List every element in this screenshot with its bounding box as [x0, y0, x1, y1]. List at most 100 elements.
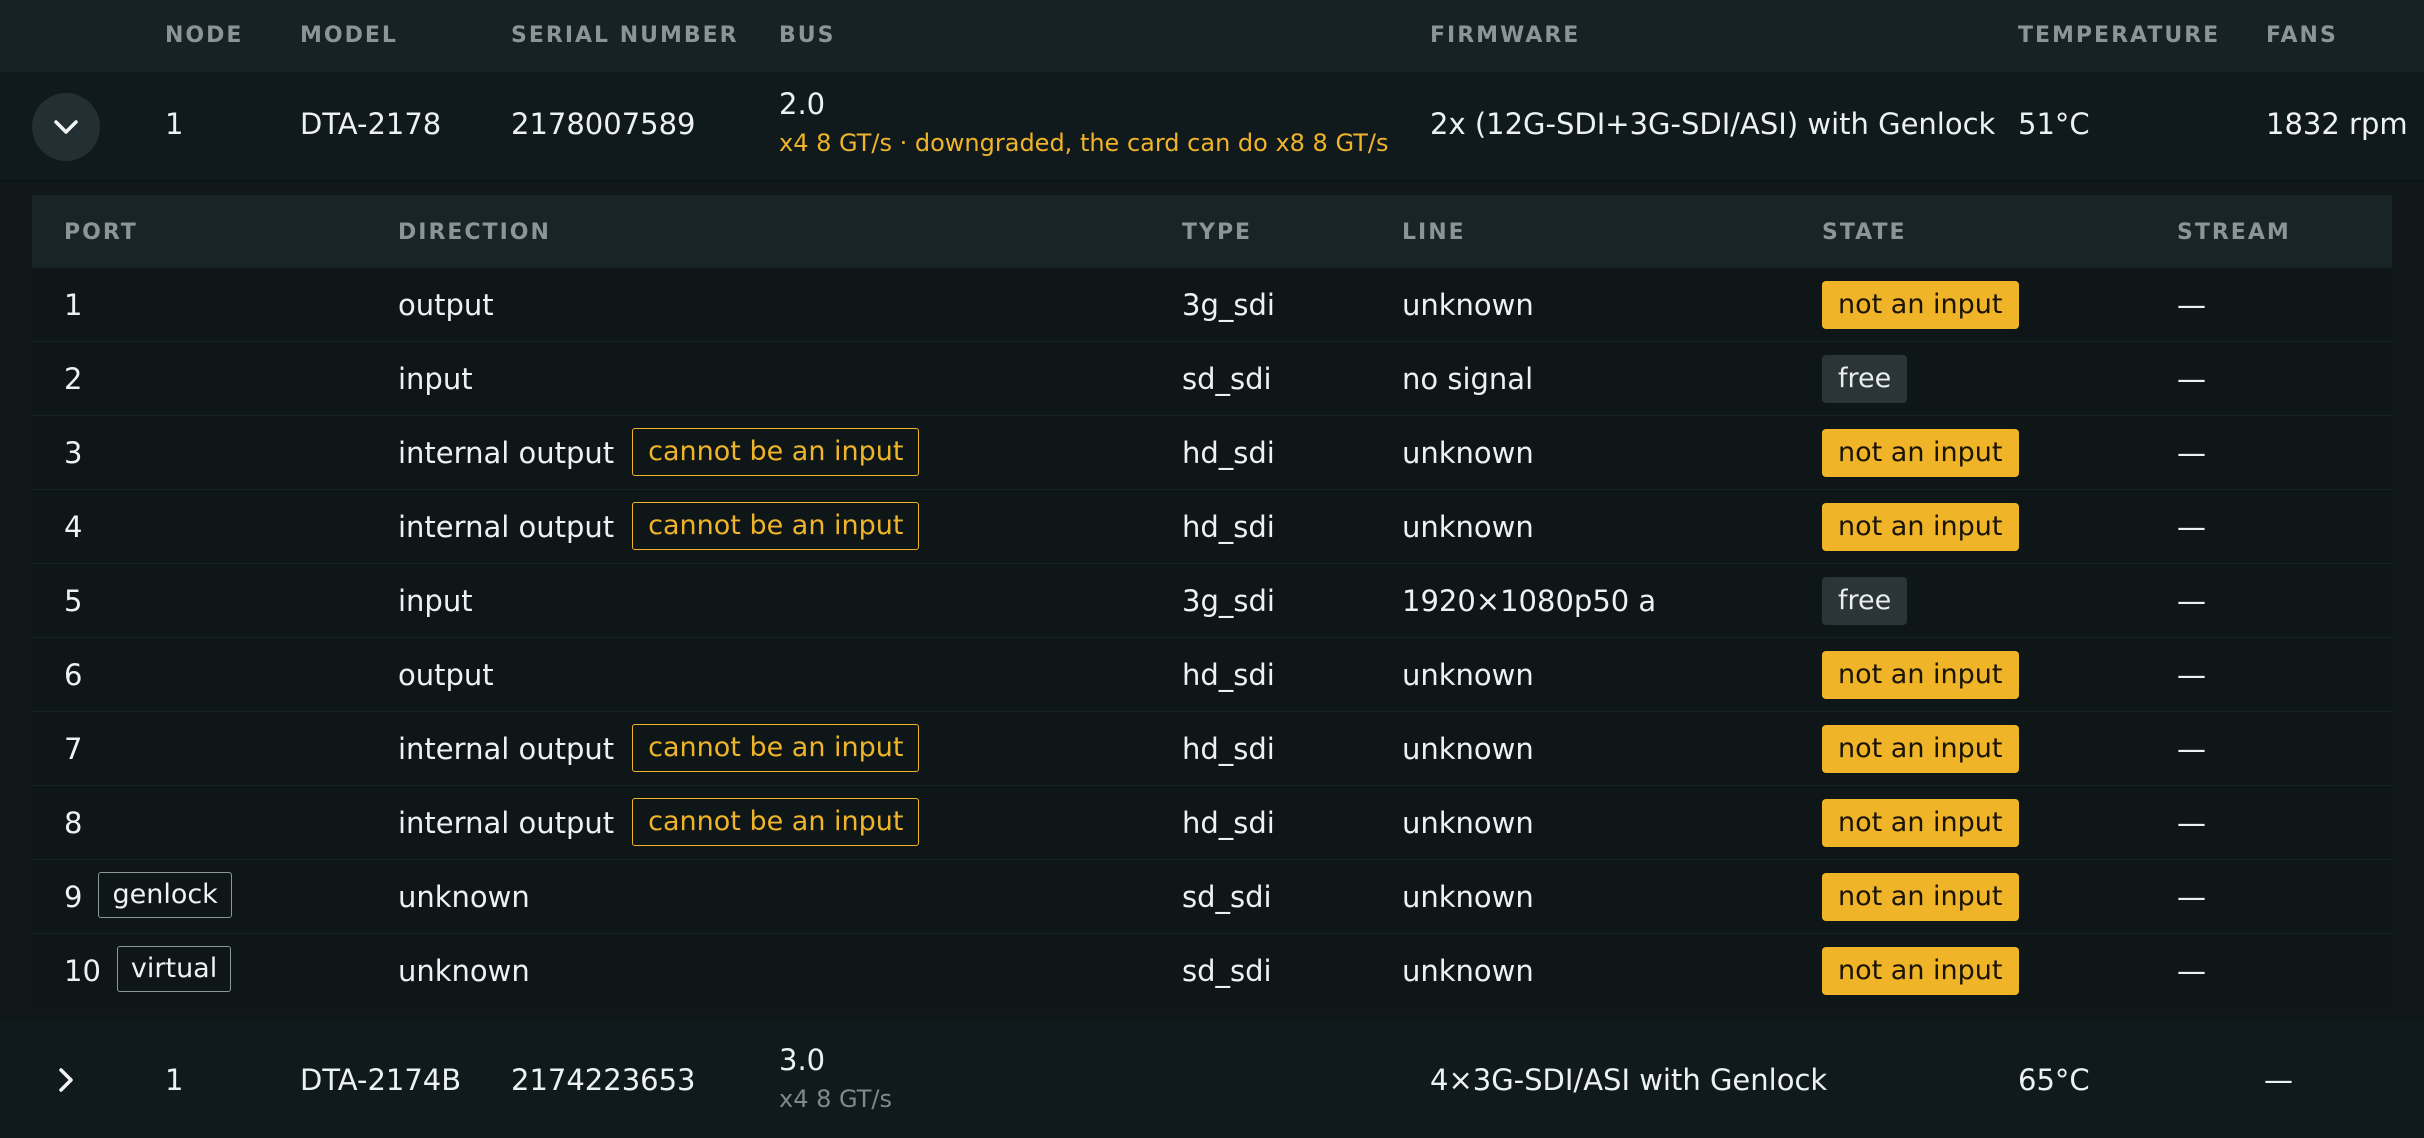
- state-badge: free: [1822, 355, 1908, 403]
- col-model-header: MODEL: [300, 23, 398, 48]
- cannot-be-input-badge: cannot be an input: [632, 502, 920, 550]
- port-row[interactable]: 9 genlock unknown sd_sdi unknown not an …: [32, 859, 2392, 934]
- genlock-tag: genlock: [98, 872, 232, 918]
- device-fans: —: [2264, 1063, 2293, 1097]
- port-line: unknown: [1402, 954, 1534, 988]
- device-bus-detail-warning: x4 8 GT/s · downgraded, the card can do …: [779, 129, 1389, 157]
- port-line: unknown: [1402, 436, 1534, 470]
- port-number: 8: [64, 806, 83, 840]
- state-badge: free: [1822, 577, 1908, 625]
- expand-device-button[interactable]: [32, 1046, 100, 1114]
- port-row[interactable]: 6 output hd_sdi unknown not an input —: [32, 637, 2392, 712]
- port-type: hd_sdi: [1182, 436, 1275, 470]
- port-type: hd_sdi: [1182, 510, 1275, 544]
- port-line: no signal: [1402, 362, 1534, 396]
- device-model: DTA-2174B: [300, 1063, 462, 1097]
- port-stream: —: [2177, 436, 2206, 470]
- port-number: 3: [64, 436, 83, 470]
- col-fans-header: FANS: [2266, 23, 2338, 48]
- port-stream: —: [2177, 510, 2206, 544]
- state-badge: not an input: [1822, 429, 2019, 477]
- device-firmware: 4×3G-SDI/ASI with Genlock: [1430, 1063, 1828, 1097]
- port-direction: unknown: [398, 954, 530, 988]
- port-number: 1: [64, 288, 83, 322]
- col-node-header: NODE: [165, 23, 244, 48]
- port-type: sd_sdi: [1182, 880, 1272, 914]
- col-firmware-header: FIRMWARE: [1430, 23, 1581, 48]
- device-model: DTA-2178: [300, 107, 442, 141]
- port-line: unknown: [1402, 880, 1534, 914]
- device-row[interactable]: 1 DTA-2178 2178007589 2.0 x4 8 GT/s · do…: [0, 72, 2424, 181]
- col-state-header: STATE: [1822, 220, 1907, 245]
- port-number: 2: [64, 362, 83, 396]
- state-badge: not an input: [1822, 503, 2019, 551]
- cannot-be-input-badge: cannot be an input: [632, 724, 920, 772]
- port-direction: internal output: [398, 436, 615, 470]
- col-line-header: LINE: [1402, 220, 1466, 245]
- state-badge: not an input: [1822, 873, 2019, 921]
- port-direction: input: [398, 584, 473, 618]
- port-line: 1920×1080p50 a: [1402, 584, 1657, 618]
- port-row[interactable]: 5 input 3g_sdi 1920×1080p50 a free —: [32, 563, 2392, 638]
- device-row[interactable]: 1 DTA-2174B 2174223653 3.0 x4 8 GT/s 4×3…: [0, 1022, 2424, 1138]
- ports-table: PORT DIRECTION TYPE LINE STATE STREAM 1 …: [32, 195, 2392, 1009]
- port-row[interactable]: 4 internal output cannot be an input hd_…: [32, 489, 2392, 564]
- device-firmware: 2x (12G-SDI+3G-SDI/ASI) with Genlock: [1430, 107, 1996, 141]
- device-bus-version: 2.0: [779, 87, 826, 121]
- col-type-header: TYPE: [1182, 220, 1253, 245]
- port-stream: —: [2177, 806, 2206, 840]
- port-number: 4: [64, 510, 83, 544]
- port-stream: —: [2177, 954, 2206, 988]
- col-serial-header: SERIAL NUMBER: [511, 23, 739, 48]
- state-badge: not an input: [1822, 799, 2019, 847]
- port-direction: output: [398, 288, 494, 322]
- device-list-page: NODE MODEL SERIAL NUMBER BUS FIRMWARE TE…: [0, 0, 2424, 1138]
- port-direction: internal output: [398, 732, 615, 766]
- port-number: 5: [64, 584, 83, 618]
- port-type: sd_sdi: [1182, 954, 1272, 988]
- device-fans: 1832 rpm: [2266, 107, 2408, 141]
- collapse-device-button[interactable]: [32, 93, 100, 161]
- port-type: hd_sdi: [1182, 658, 1275, 692]
- port-type: sd_sdi: [1182, 362, 1272, 396]
- col-temperature-header: TEMPERATURE: [2018, 23, 2221, 48]
- col-bus-header: BUS: [779, 23, 836, 48]
- device-serial: 2174223653: [511, 1063, 696, 1097]
- port-direction: unknown: [398, 880, 530, 914]
- cannot-be-input-badge: cannot be an input: [632, 798, 920, 846]
- port-stream: —: [2177, 732, 2206, 766]
- port-direction: input: [398, 362, 473, 396]
- port-line: unknown: [1402, 510, 1534, 544]
- device-node: 1: [165, 107, 184, 141]
- port-line: unknown: [1402, 732, 1534, 766]
- port-number: 10: [64, 954, 101, 988]
- port-row[interactable]: 7 internal output cannot be an input hd_…: [32, 711, 2392, 786]
- port-stream: —: [2177, 288, 2206, 322]
- port-row[interactable]: 1 output 3g_sdi unknown not an input —: [32, 267, 2392, 342]
- port-type: hd_sdi: [1182, 806, 1275, 840]
- port-stream: —: [2177, 880, 2206, 914]
- port-stream: —: [2177, 584, 2206, 618]
- port-number: 6: [64, 658, 83, 692]
- port-line: unknown: [1402, 658, 1534, 692]
- port-row[interactable]: 10 virtual unknown sd_sdi unknown not an…: [32, 933, 2392, 1008]
- cannot-be-input-badge: cannot be an input: [632, 428, 920, 476]
- port-direction: output: [398, 658, 494, 692]
- state-badge: not an input: [1822, 281, 2019, 329]
- port-direction: internal output: [398, 806, 615, 840]
- port-number: 7: [64, 732, 83, 766]
- device-temperature: 65°C: [2018, 1063, 2090, 1097]
- col-stream-header: STREAM: [2177, 220, 2291, 245]
- col-port-header: PORT: [64, 220, 138, 245]
- port-row[interactable]: 2 input sd_sdi no signal free —: [32, 341, 2392, 416]
- port-line: unknown: [1402, 806, 1534, 840]
- port-direction: internal output: [398, 510, 615, 544]
- ports-table-header: PORT DIRECTION TYPE LINE STATE STREAM: [32, 195, 2392, 267]
- port-type: 3g_sdi: [1182, 584, 1275, 618]
- port-row[interactable]: 3 internal output cannot be an input hd_…: [32, 415, 2392, 490]
- port-row[interactable]: 8 internal output cannot be an input hd_…: [32, 785, 2392, 860]
- device-bus-detail: x4 8 GT/s: [779, 1085, 892, 1113]
- device-temperature: 51°C: [2018, 107, 2090, 141]
- state-badge: not an input: [1822, 947, 2019, 995]
- port-number: 9: [64, 880, 83, 914]
